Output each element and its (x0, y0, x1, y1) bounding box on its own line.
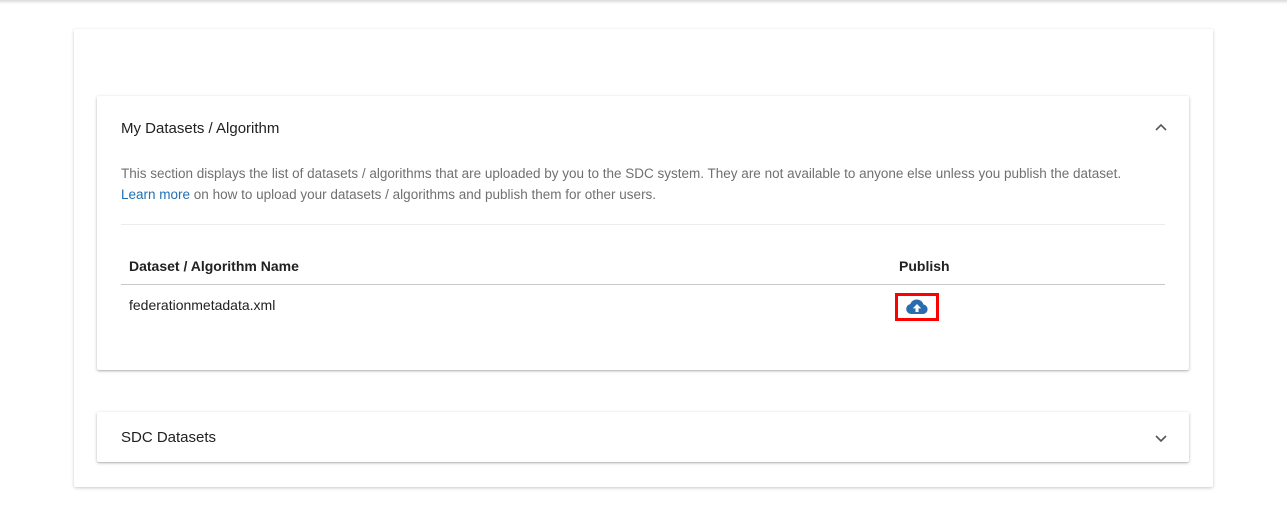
description-text: This section displays the list of datase… (121, 166, 1122, 181)
chevron-down-icon[interactable] (1155, 433, 1167, 445)
sdc-datasets-panel[interactable]: SDC Datasets (97, 412, 1189, 462)
my-datasets-description: This section displays the list of datase… (121, 163, 1171, 205)
chevron-up-icon[interactable] (1155, 121, 1167, 133)
learn-more-link[interactable]: Learn more (121, 187, 190, 202)
my-datasets-panel: My Datasets / Algorithm This section dis… (97, 96, 1189, 370)
divider (121, 224, 1165, 225)
table-row: federationmetadata.xml (121, 285, 1165, 325)
column-header-name: Dataset / Algorithm Name (129, 258, 299, 274)
table-header: Dataset / Algorithm Name Publish (121, 246, 1165, 285)
dataset-name-cell: federationmetadata.xml (129, 297, 276, 313)
top-bar-shadow (0, 0, 1287, 4)
column-header-publish: Publish (899, 258, 950, 274)
cloud-upload-icon (906, 299, 928, 314)
publish-button[interactable] (895, 293, 939, 321)
learn-more-suffix: on how to upload your datasets / algorit… (190, 187, 657, 202)
my-datasets-panel-title[interactable]: My Datasets / Algorithm (121, 120, 279, 137)
my-datasets-table: Dataset / Algorithm Name Publish federat… (121, 246, 1165, 325)
sdc-datasets-panel-title[interactable]: SDC Datasets (121, 429, 216, 446)
